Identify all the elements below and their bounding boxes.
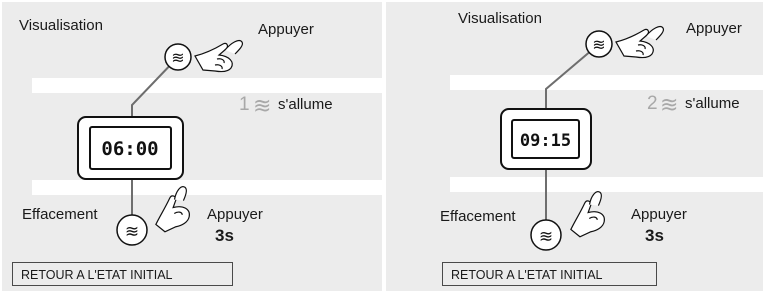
effacement-button[interactable]: ≋ xyxy=(530,219,562,251)
lcd-time: 09:15 xyxy=(520,131,571,151)
lcd-time: 06:00 xyxy=(101,138,158,160)
visualisation-label: Visualisation xyxy=(19,17,103,34)
waves-icon: ≋ xyxy=(592,37,605,54)
pointing-hand-icon xyxy=(615,25,665,59)
hold-duration: 3s xyxy=(645,226,664,245)
effacement-label: Effacement xyxy=(440,208,516,225)
panel-1-graphics: 06:00 ≋ ≋ xyxy=(32,39,382,246)
diagram-panel-2: 09:15 ≋ ≋ Visualisation Appuyer 2 ≋ s'al… xyxy=(386,2,763,291)
step-status-text: s'allume xyxy=(278,96,333,113)
white-band-top xyxy=(32,78,382,93)
lcd-display: 09:15 xyxy=(500,108,592,170)
pointing-hand-icon xyxy=(194,39,244,73)
step-number: 1 xyxy=(239,94,250,115)
pointing-hand-icon xyxy=(570,191,605,238)
white-band-top xyxy=(450,75,763,90)
reset-state-box: RETOUR A L'ETAT INITIAL xyxy=(12,262,233,286)
visualisation-button[interactable]: ≋ xyxy=(164,43,192,71)
visualisation-label: Visualisation xyxy=(458,10,542,27)
step-waves-icon: ≋ xyxy=(253,93,272,118)
hold-duration: 3s xyxy=(215,226,234,245)
panel-2-graphics: 09:15 ≋ ≋ xyxy=(450,25,763,251)
step-waves-icon: ≋ xyxy=(660,92,679,117)
white-band-bottom xyxy=(32,180,382,195)
waves-icon: ≋ xyxy=(171,50,184,67)
appuyer-label-top: Appuyer xyxy=(258,21,314,38)
lcd-display: 06:00 xyxy=(77,116,184,180)
appuyer-label-top: Appuyer xyxy=(686,20,742,37)
step-number: 2 xyxy=(647,93,658,114)
white-band-bottom xyxy=(450,177,763,192)
waves-icon: ≋ xyxy=(125,222,139,241)
effacement-label: Effacement xyxy=(22,206,98,223)
appuyer-label-bottom: Appuyer xyxy=(207,206,263,223)
visualisation-button[interactable]: ≋ xyxy=(585,30,613,58)
effacement-button[interactable]: ≋ xyxy=(116,214,148,246)
step-status-text: s'allume xyxy=(685,95,740,112)
reset-state-box: RETOUR A L'ETAT INITIAL xyxy=(442,262,657,286)
waves-icon: ≋ xyxy=(539,227,553,246)
appuyer-label-bottom: Appuyer xyxy=(631,206,687,223)
diagram-panel-1: 06:00 ≋ ≋ Visualisation Appuyer 1 ≋ s'al… xyxy=(2,2,382,291)
